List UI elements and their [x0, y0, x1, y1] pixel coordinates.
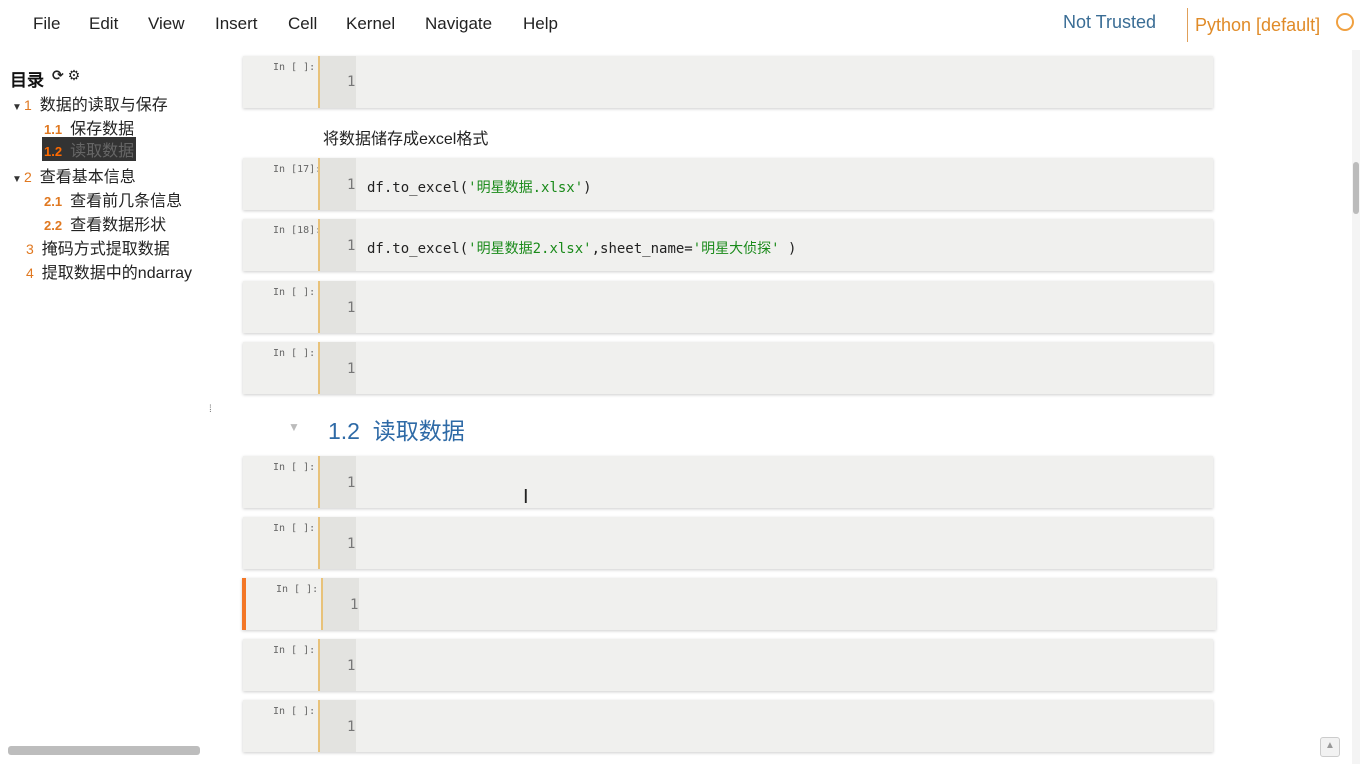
line-number: 1 [350, 597, 359, 613]
sidebar-horizontal-scrollbar[interactable] [8, 746, 200, 755]
menu-cell[interactable]: Cell [288, 14, 317, 34]
code-cell[interactable]: In [ ]: 1 [243, 517, 1213, 569]
text-cursor-icon: I [523, 486, 529, 508]
code-cell[interactable]: In [ ]: 1 [243, 639, 1213, 691]
toc-item-3[interactable]: 3 掩码方式提取数据 [26, 235, 170, 259]
menu-insert[interactable]: Insert [215, 14, 258, 34]
menu-view[interactable]: View [148, 14, 185, 34]
cell-prompt: In [17]: [273, 164, 322, 175]
code-line[interactable]: df.to_excel('明星数据.xlsx') [367, 177, 592, 197]
line-number: 1 [347, 536, 356, 552]
toc-item-4[interactable]: 4 提取数据中的ndarray [26, 259, 206, 283]
toc-item-1-2[interactable]: 1.2 读取数据 [42, 137, 137, 161]
toc-refresh-settings-icon[interactable]: ⟳ ⚙ [52, 67, 80, 84]
code-cell[interactable]: In [17]: 1 df.to_excel('明星数据.xlsx') [243, 158, 1213, 210]
markdown-cell[interactable]: 将数据储存成excel格式 [323, 125, 488, 149]
code-cell-selected[interactable]: In [ ]: 1 [242, 578, 1216, 630]
cell-prompt: In [ ]: [273, 645, 316, 656]
notebook-container: In [ ]: 1 将数据储存成excel格式 In [17]: 1 df.to… [218, 50, 1358, 764]
scroll-to-top-button[interactable]: ▲ [1320, 737, 1340, 757]
code-line[interactable]: df.to_excel('明星数据2.xlsx',sheet_name='明星大… [367, 238, 796, 258]
kernel-name[interactable]: Python [default] [1195, 15, 1320, 36]
line-number: 1 [347, 658, 356, 674]
toc-item-2-2[interactable]: 2.2 查看数据形状 [44, 211, 166, 235]
menubar: File Edit View Insert Cell Kernel Naviga… [0, 0, 1360, 50]
cell-prompt: In [ ]: [273, 348, 316, 359]
code-cell[interactable]: In [ ]: 1 [243, 56, 1213, 108]
toc-title: 目录 [10, 71, 44, 90]
cell-prompt: In [ ]: [273, 62, 316, 73]
code-cell[interactable]: In [18]: 1 df.to_excel('明星数据2.xlsx',shee… [243, 219, 1213, 271]
sidebar-resize-handle[interactable]: ⁞ [209, 404, 212, 415]
heading-collapse-icon[interactable]: ▼ [288, 420, 300, 434]
code-cell[interactable]: In [ ]: 1 [243, 700, 1213, 752]
toc-item-2[interactable]: ▼ 2 查看基本信息 [12, 163, 136, 187]
menu-kernel[interactable]: Kernel [346, 14, 395, 34]
line-number: 1 [347, 719, 356, 735]
scrollbar-thumb[interactable] [1353, 162, 1359, 214]
markdown-heading[interactable]: 1.2 读取数据 [328, 412, 465, 446]
cell-prompt: In [ ]: [276, 584, 319, 595]
menu-navigate[interactable]: Navigate [425, 14, 492, 34]
toc-item-1[interactable]: ▼ 1 数据的读取与保存 [12, 91, 168, 115]
code-cell[interactable]: In [ ]: 1 [243, 281, 1213, 333]
menu-edit[interactable]: Edit [89, 14, 118, 34]
cell-prompt: In [ ]: [273, 287, 316, 298]
notebook-vertical-scrollbar[interactable] [1352, 50, 1360, 764]
line-number: 1 [347, 475, 356, 491]
toc-collapse-icon[interactable]: ▼ [12, 174, 24, 185]
code-cell[interactable]: In [ ]: 1 [243, 342, 1213, 394]
toc-collapse-icon[interactable]: ▼ [12, 102, 24, 113]
line-number: 1 [347, 238, 356, 254]
line-number: 1 [347, 177, 356, 193]
menu-file[interactable]: File [33, 14, 60, 34]
toc-item-2-1[interactable]: 2.1 查看前几条信息 [44, 187, 182, 211]
code-cell[interactable]: In [ ]: 1 [243, 456, 1213, 508]
cell-prompt: In [ ]: [273, 523, 316, 534]
kernel-separator [1187, 8, 1188, 42]
line-number: 1 [347, 300, 356, 316]
cell-prompt: In [ ]: [273, 706, 316, 717]
cell-prompt: In [18]: [273, 225, 322, 236]
cell-prompt: In [ ]: [273, 462, 316, 473]
kernel-status-icon [1336, 13, 1354, 31]
menu-help[interactable]: Help [523, 14, 558, 34]
not-trusted-button[interactable]: Not Trusted [1063, 12, 1156, 33]
toc-sidebar: 目录 ⟳ ⚙ ▼ 1 数据的读取与保存 1.1 保存数据 1.2 读取数据 ▼ 2 查看基本… [0, 50, 216, 764]
line-number: 1 [347, 361, 356, 377]
toc-item-1-1[interactable]: 1.1 保存数据 [44, 115, 134, 139]
arrow-up-icon: ▲ [1325, 740, 1335, 751]
line-number: 1 [347, 74, 356, 90]
